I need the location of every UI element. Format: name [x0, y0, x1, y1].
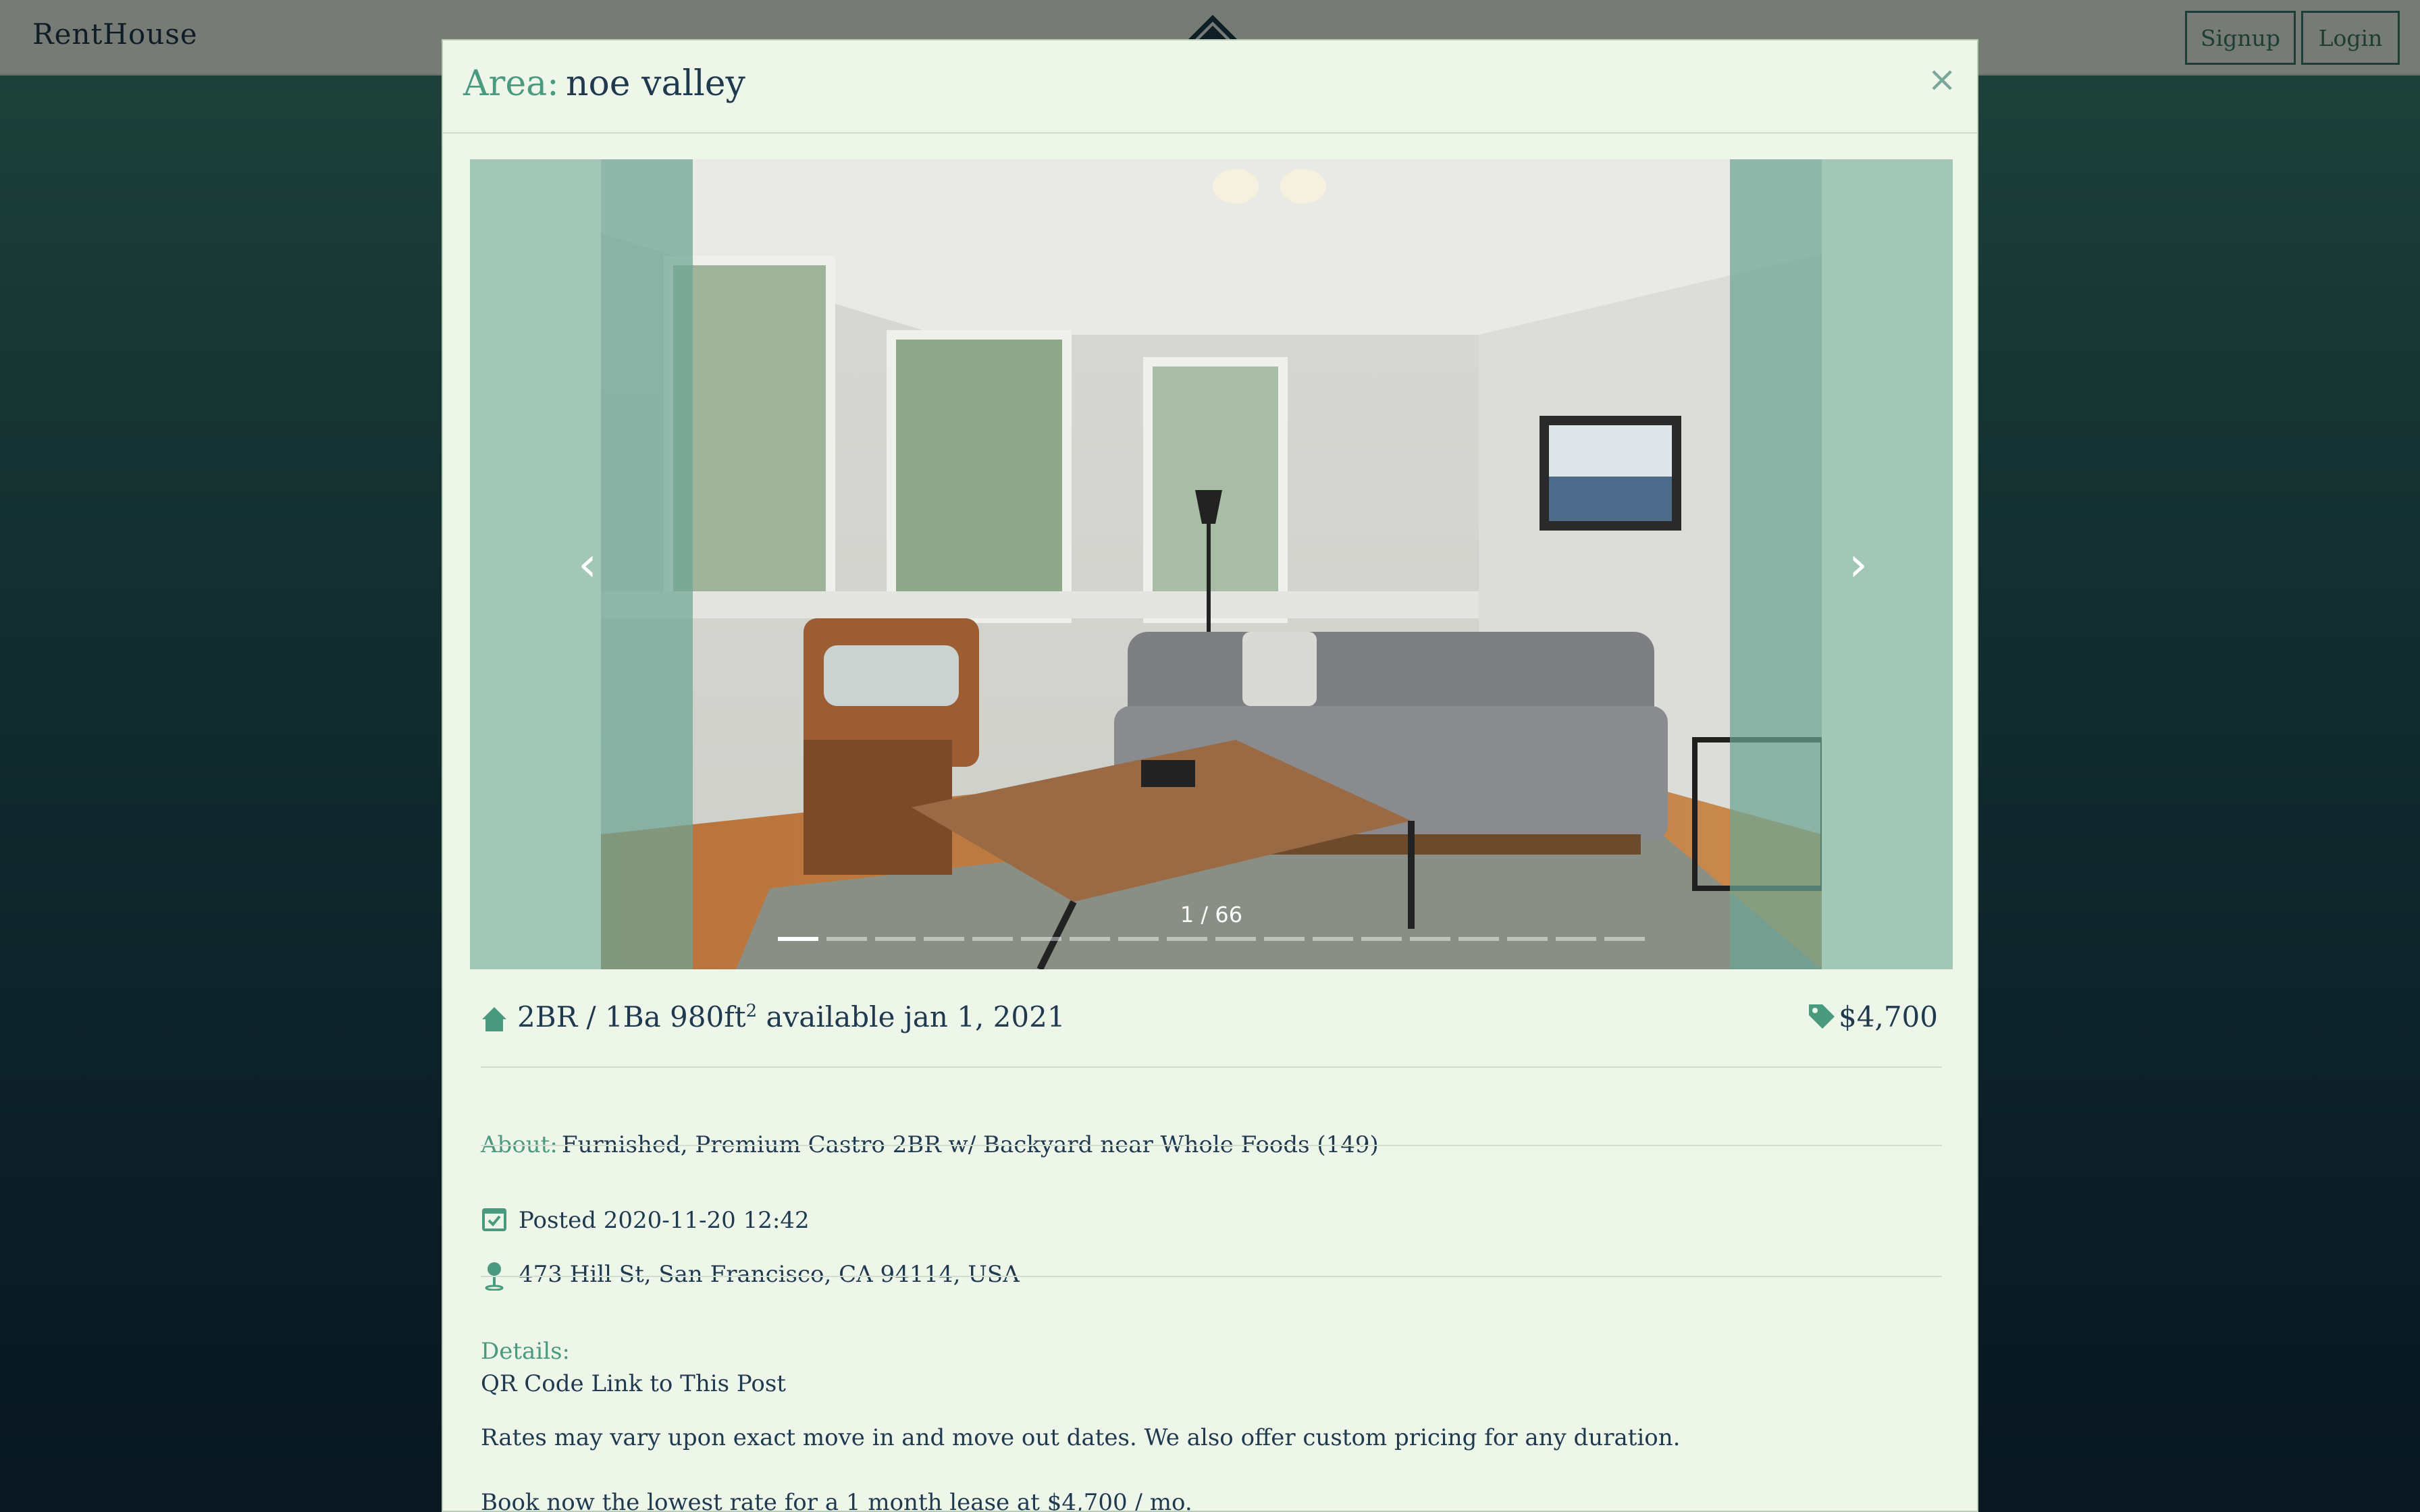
divider	[481, 1145, 1942, 1146]
carousel-dot[interactable]	[1410, 937, 1450, 941]
carousel-dot[interactable]	[1458, 937, 1499, 941]
listing-photo	[601, 159, 1822, 969]
carousel-dots	[778, 937, 1645, 941]
listing-modal: Area: noe valley × ‹ › 1 / 66 2BR / 1Ba …	[442, 39, 1978, 1512]
divider	[481, 1276, 1942, 1277]
carousel-dot[interactable]	[1556, 937, 1596, 941]
carousel-dot[interactable]	[1021, 937, 1061, 941]
details-paragraph: Book now the lowest rate for a 1 month l…	[481, 1489, 1192, 1512]
modal-header: Area: noe valley ×	[443, 40, 1977, 134]
carousel-dot[interactable]	[1118, 937, 1159, 941]
carousel-prev-icon[interactable]: ‹	[567, 537, 608, 592]
details-label: Details:	[481, 1338, 570, 1365]
carousel-dot[interactable]	[1361, 937, 1402, 941]
carousel-dot[interactable]	[1070, 937, 1110, 941]
photo-counter: 1 / 66	[1180, 902, 1243, 927]
calendar-check-icon	[482, 1208, 506, 1231]
details-paragraph: Rates may vary upon exact move in and mo…	[481, 1424, 1681, 1451]
posted-date: Posted 2020-11-20 12:42	[519, 1207, 810, 1234]
qr-code-link[interactable]: QR Code Link to This Post	[481, 1370, 786, 1397]
carousel-dot[interactable]	[1604, 937, 1645, 941]
carousel-dot[interactable]	[1507, 937, 1548, 941]
address[interactable]: 473 Hill St, San Francisco, CA 94114, US…	[519, 1261, 1020, 1288]
beds-baths: 2BR / 1Ba 980ft2 available jan 1, 2021	[517, 1000, 1066, 1033]
beds-baths-text: 2BR / 1Ba 980ft	[517, 1000, 746, 1033]
carousel-dot[interactable]	[875, 937, 916, 941]
carousel-dot[interactable]	[924, 937, 964, 941]
close-icon[interactable]: ×	[1927, 59, 1957, 100]
carousel-left-peek	[601, 159, 693, 969]
availability-date: available jan 1, 2021	[766, 1000, 1066, 1033]
carousel-dot[interactable]	[1215, 937, 1256, 941]
price-tag-icon	[1809, 1004, 1835, 1029]
price-value: $4,700	[1839, 1000, 1938, 1033]
carousel-next-icon[interactable]: ›	[1838, 537, 1878, 592]
carousel-dot[interactable]	[972, 937, 1013, 941]
area-label: Area:	[463, 63, 559, 104]
photo-carousel[interactable]: ‹ › 1 / 66	[470, 159, 1953, 969]
carousel-dot[interactable]	[778, 937, 818, 941]
house-icon	[482, 1007, 506, 1031]
price: $4,700	[1808, 1000, 1938, 1033]
area-unit-superscript: 2	[745, 1001, 758, 1021]
listing-summary: 2BR / 1Ba 980ft2 available jan 1, 2021 $…	[481, 992, 1942, 1060]
carousel-dot[interactable]	[826, 937, 867, 941]
carousel-right-peek	[1730, 159, 1822, 969]
carousel-dot[interactable]	[1264, 937, 1305, 941]
area-value: noe valley	[566, 63, 745, 104]
carousel-dot[interactable]	[1167, 937, 1207, 941]
divider	[481, 1066, 1942, 1068]
carousel-dot[interactable]	[1313, 937, 1353, 941]
